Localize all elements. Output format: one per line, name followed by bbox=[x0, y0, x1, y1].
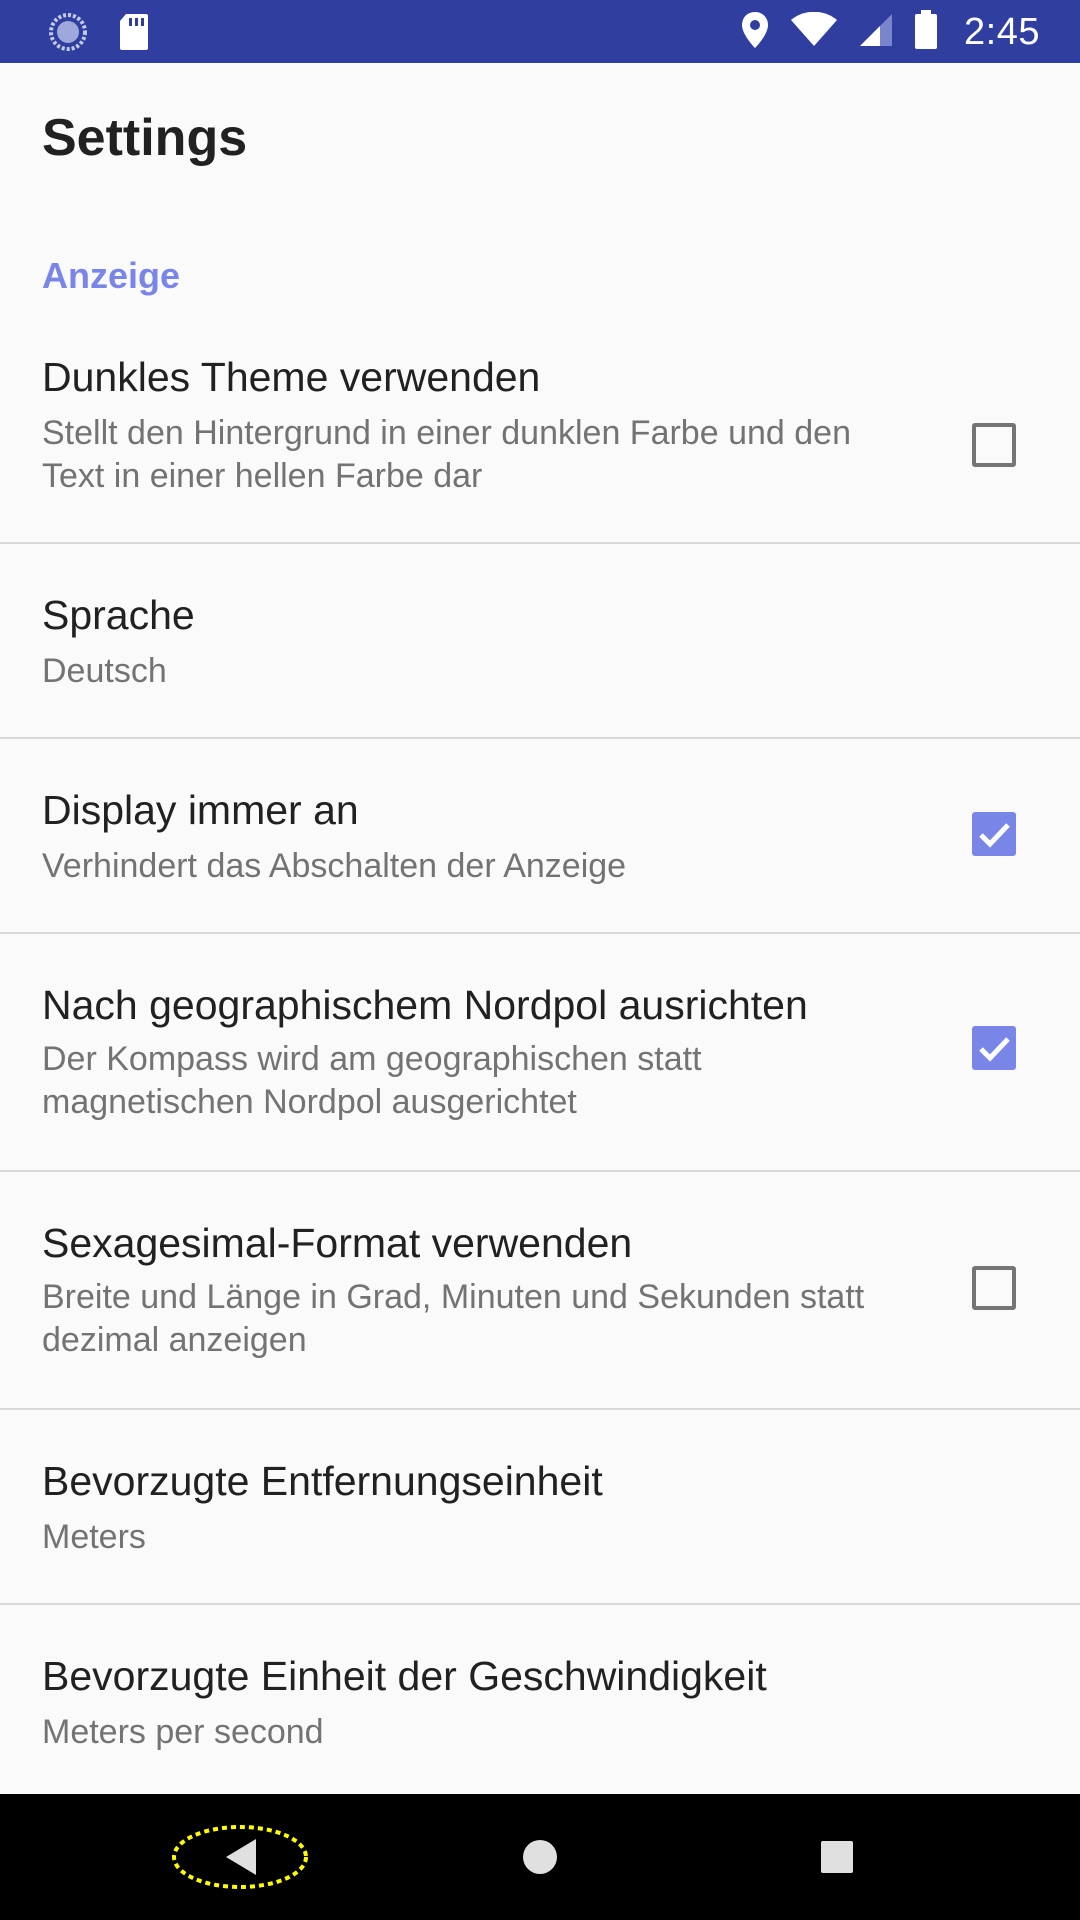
pref-distance-unit[interactable]: Bevorzugte Entfernungseinheit Meters bbox=[0, 1410, 1080, 1605]
checkmark-icon bbox=[979, 1037, 1010, 1062]
home-button[interactable] bbox=[450, 1794, 630, 1920]
pref-title: Nach geographischem Nordpol ausrichten bbox=[42, 982, 808, 1028]
battery-icon bbox=[914, 9, 938, 55]
wifi-icon bbox=[790, 11, 838, 53]
pref-summary: Meters bbox=[42, 1518, 146, 1556]
pref-title: Sexagesimal-Format verwenden bbox=[42, 1220, 633, 1266]
back-icon bbox=[172, 1825, 308, 1889]
pref-title: Bevorzugte Entfernungseinheit bbox=[42, 1458, 603, 1504]
sync-icon bbox=[48, 12, 88, 57]
pref-summary: Der Kompass wird am geographischen statt… bbox=[42, 1040, 702, 1121]
signal-icon bbox=[858, 12, 894, 53]
pref-dark-theme[interactable]: Dunkles Theme verwenden Stellt den Hinte… bbox=[0, 332, 1080, 544]
pref-summary: Stellt den Hintergrund in einer dunklen … bbox=[42, 414, 851, 495]
back-button[interactable] bbox=[150, 1794, 330, 1920]
sd-card-icon bbox=[118, 12, 150, 57]
sexagesimal-checkbox[interactable] bbox=[972, 1266, 1016, 1310]
category-header: Anzeige bbox=[42, 255, 181, 296]
pref-display-always-on[interactable]: Display immer an Verhindert das Abschalt… bbox=[0, 739, 1080, 934]
status-time: 2:45 bbox=[964, 10, 1040, 53]
navigation-bar bbox=[0, 1794, 1080, 1920]
pref-language[interactable]: Sprache Deutsch bbox=[0, 544, 1080, 739]
pref-summary: Breite und Länge in Grad, Minuten und Se… bbox=[42, 1278, 865, 1359]
true-north-checkbox[interactable] bbox=[972, 1026, 1016, 1070]
location-icon bbox=[740, 10, 770, 55]
recents-icon bbox=[821, 1841, 853, 1873]
pref-speed-unit[interactable]: Bevorzugte Einheit der Geschwindigkeit M… bbox=[0, 1605, 1080, 1794]
recents-button[interactable] bbox=[747, 1794, 927, 1920]
pref-title: Bevorzugte Einheit der Geschwindigkeit bbox=[42, 1653, 767, 1699]
display-always-on-checkbox[interactable] bbox=[972, 812, 1016, 856]
pref-summary: Meters per second bbox=[42, 1713, 324, 1751]
page-title: Settings bbox=[42, 109, 248, 167]
checkmark-icon bbox=[979, 823, 1010, 848]
pref-title: Display immer an bbox=[42, 787, 359, 833]
pref-title: Sprache bbox=[42, 592, 195, 638]
pref-summary: Deutsch bbox=[42, 652, 167, 690]
app-bar: Settings bbox=[0, 63, 1080, 213]
dark-theme-checkbox[interactable] bbox=[972, 423, 1016, 467]
home-icon bbox=[523, 1840, 557, 1874]
status-bar: 2:45 bbox=[0, 0, 1080, 63]
pref-summary: Verhindert das Abschalten der Anzeige bbox=[42, 847, 627, 885]
pref-sexagesimal[interactable]: Sexagesimal-Format verwenden Breite und … bbox=[0, 1172, 1080, 1410]
pref-true-north[interactable]: Nach geographischem Nordpol ausrichten D… bbox=[0, 934, 1080, 1172]
pref-title: Dunkles Theme verwenden bbox=[42, 354, 541, 400]
